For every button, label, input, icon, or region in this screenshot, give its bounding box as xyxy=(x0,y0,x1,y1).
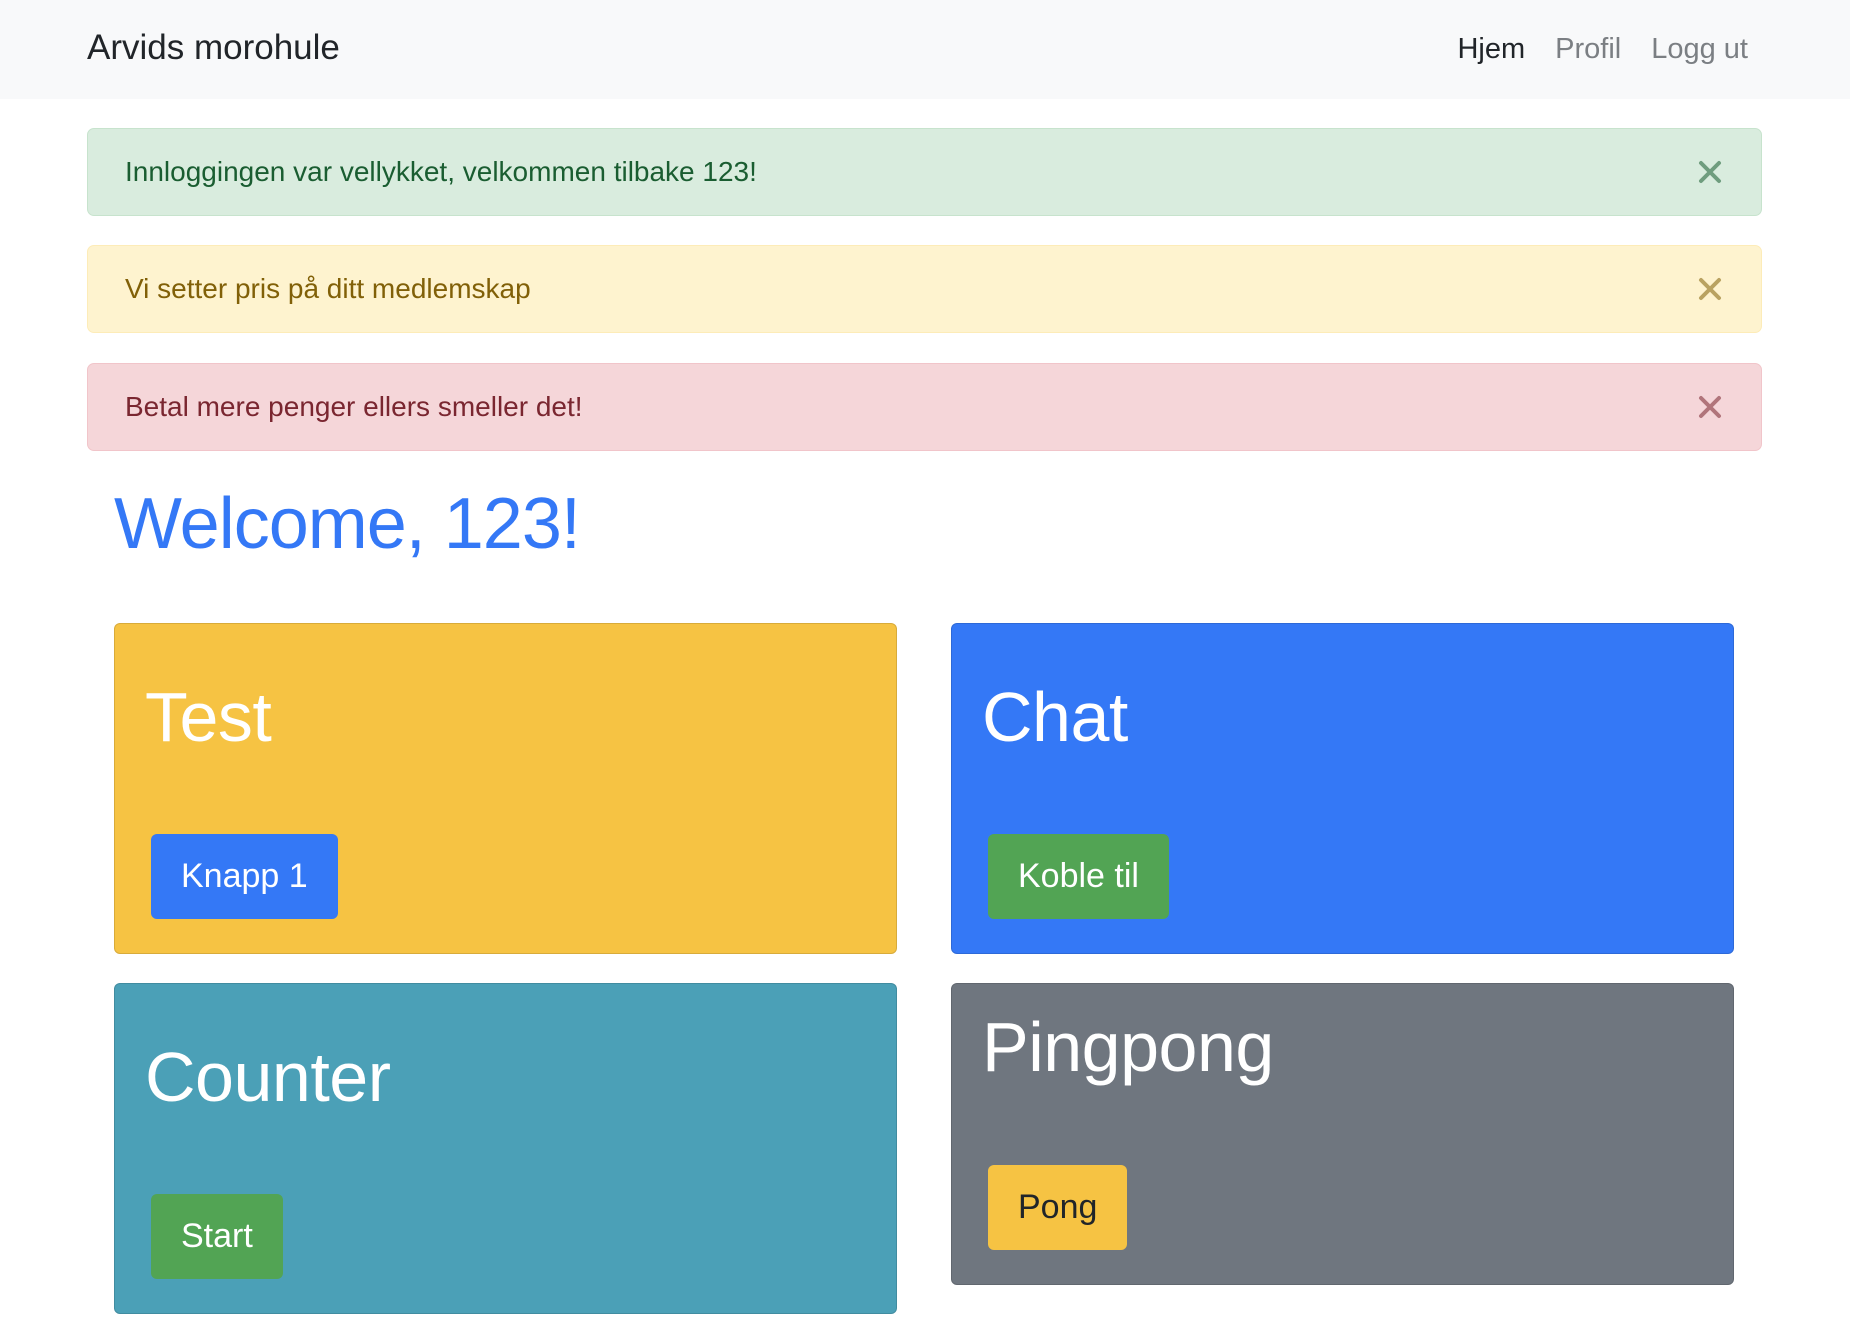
close-icon[interactable] xyxy=(1698,395,1722,419)
alert-success-text: Innloggingen var vellykket, velkommen ti… xyxy=(125,156,757,187)
pong-button[interactable]: Pong xyxy=(988,1165,1128,1250)
knapp-1-button[interactable]: Knapp 1 xyxy=(151,834,338,919)
koble-til-button[interactable]: Koble til xyxy=(988,834,1169,919)
nav-link-logg-ut[interactable]: Logg ut xyxy=(1651,30,1748,68)
alert-danger-text: Betal mere penger ellers smeller det! xyxy=(125,391,583,422)
card-title: Pingpong xyxy=(982,1008,1274,1086)
card-title: Counter xyxy=(145,1038,391,1116)
alert-success: Innloggingen var vellykket, velkommen ti… xyxy=(87,128,1762,216)
navbar-brand[interactable]: Arvids morohule xyxy=(87,26,340,70)
alert-danger: Betal mere penger ellers smeller det! xyxy=(87,363,1762,451)
card-pingpong: Pingpong Pong xyxy=(951,983,1734,1285)
alert-warning-text: Vi setter pris på ditt medlemskap xyxy=(125,273,531,304)
card-test: Test Knapp 1 xyxy=(114,623,897,954)
navbar: Arvids morohule Hjem Profil Logg ut xyxy=(0,0,1850,99)
close-icon[interactable] xyxy=(1698,277,1722,301)
alert-warning: Vi setter pris på ditt medlemskap xyxy=(87,245,1762,333)
card-counter: Counter Start xyxy=(114,983,897,1314)
card-chat: Chat Koble til xyxy=(951,623,1734,954)
page-title: Welcome, 123! xyxy=(114,484,581,564)
card-title: Chat xyxy=(982,678,1128,756)
start-button[interactable]: Start xyxy=(151,1194,283,1279)
nav-link-hjem[interactable]: Hjem xyxy=(1457,30,1525,68)
nav-link-profil[interactable]: Profil xyxy=(1555,30,1621,68)
card-title: Test xyxy=(145,678,272,756)
nav-links: Hjem Profil Logg ut xyxy=(1457,30,1748,68)
close-icon[interactable] xyxy=(1698,160,1722,184)
